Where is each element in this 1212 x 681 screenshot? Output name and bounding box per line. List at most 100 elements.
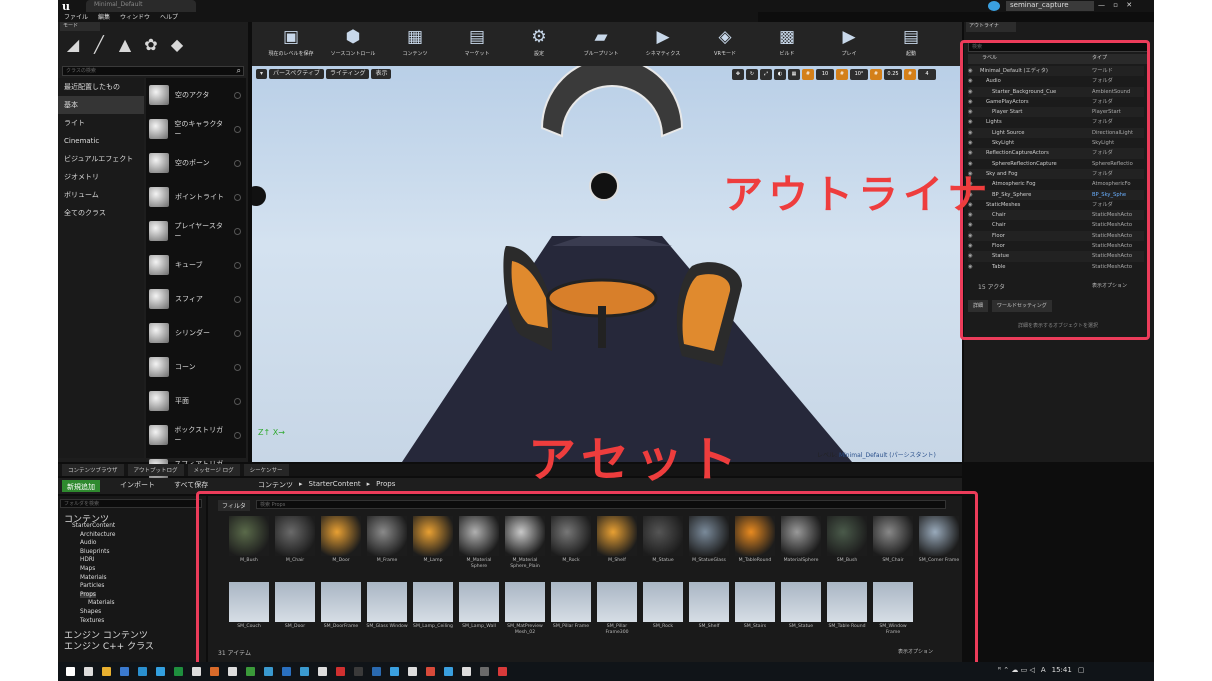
toolbar-button[interactable]: ▤ マーケット	[448, 24, 506, 64]
toolbar-button[interactable]: ▶ シネマティクス	[634, 24, 692, 64]
category-item[interactable]: 全てのクラス	[58, 204, 144, 222]
geometry-mode-icon[interactable]: ◆	[166, 34, 188, 56]
info-icon[interactable]	[234, 227, 241, 235]
bottom-tab[interactable]: メッセージ ログ	[187, 464, 240, 476]
folder-item[interactable]: Architecture	[80, 532, 116, 538]
taskbar-app-icon[interactable]	[84, 667, 93, 676]
info-icon[interactable]	[234, 159, 241, 167]
folder-item[interactable]: Materials	[80, 575, 107, 581]
category-item[interactable]: ボリューム	[58, 186, 144, 204]
taskbar-app-icon[interactable]	[372, 667, 381, 676]
breadcrumb-item[interactable]: StarterContent	[309, 480, 361, 490]
folder-item[interactable]: StarterContent	[72, 523, 115, 529]
taskbar-app-icon[interactable]	[192, 667, 201, 676]
window-controls[interactable]: — ▫ ✕	[1098, 1, 1135, 9]
info-icon[interactable]	[234, 91, 241, 99]
folder-item[interactable]: Materials	[88, 600, 115, 606]
bottom-tab[interactable]: シーケンサー	[243, 464, 289, 476]
menu-item[interactable]: 編集	[98, 12, 110, 22]
level-viewport[interactable]: ▾ パースペクティブ ライティング 表示 ✥ ↻ ⤢ ◐ ▦ #10 #10° #0.25 #4 Z↑…	[252, 66, 962, 462]
placeable-item[interactable]: 空のポーン	[146, 146, 246, 180]
toolbar-button[interactable]: ▰ ブループリント	[572, 24, 630, 64]
info-icon[interactable]	[234, 125, 241, 133]
taskbar-app-icon[interactable]	[480, 667, 489, 676]
taskbar-app-icon[interactable]	[246, 667, 255, 676]
info-icon[interactable]	[234, 363, 241, 371]
category-item[interactable]: 最近配置したもの	[58, 78, 144, 96]
folder-item[interactable]: Particles	[80, 583, 104, 589]
taskbar-app-icon[interactable]	[444, 667, 453, 676]
taskbar-app-icon[interactable]	[462, 667, 471, 676]
toolbar-button[interactable]: ▶ プレイ	[820, 24, 878, 64]
placeable-item[interactable]: キューブ	[146, 248, 246, 282]
bottom-tab[interactable]: アウトプットログ	[127, 464, 184, 476]
info-icon[interactable]	[234, 193, 241, 201]
taskbar-app-icon[interactable]	[498, 667, 507, 676]
placeable-item[interactable]: プレイヤースター	[146, 214, 246, 248]
folder-item[interactable]: HDRI	[80, 557, 95, 563]
placeable-item[interactable]: 平面	[146, 384, 246, 418]
snap-value[interactable]: 4	[918, 69, 936, 80]
info-icon[interactable]	[234, 261, 241, 269]
transform-tool-icon[interactable]: ◐	[774, 69, 786, 80]
viewport-option-button[interactable]: パースペクティブ	[269, 69, 324, 79]
outliner-tab[interactable]: アウトライナ	[966, 22, 1016, 32]
transform-tool-icon[interactable]: ⤢	[760, 69, 772, 80]
info-icon[interactable]	[234, 431, 241, 439]
taskbar-app-icon[interactable]	[174, 667, 183, 676]
category-item[interactable]: 基本	[58, 96, 144, 114]
snap-toggle-icon[interactable]: #	[904, 69, 916, 80]
modes-tab[interactable]: モード	[60, 22, 100, 31]
ime-indicator[interactable]: A	[1041, 666, 1046, 674]
snap-value[interactable]: 0.25	[884, 69, 902, 80]
landscape-mode-icon[interactable]: ▲	[114, 34, 136, 56]
tray-icons[interactable]: ᴿ ⌃ ☁ ▭ ◁	[998, 666, 1035, 674]
transform-tool-icon[interactable]: ▦	[788, 69, 800, 80]
snap-value[interactable]: 10	[816, 69, 834, 80]
taskbar-app-icon[interactable]	[228, 667, 237, 676]
folder-item[interactable]: Shapes	[80, 609, 101, 615]
transform-tool-icon[interactable]: ✥	[732, 69, 744, 80]
taskbar-app-icon[interactable]	[318, 667, 327, 676]
placeable-item[interactable]: ボックストリガー	[146, 418, 246, 452]
level-tab[interactable]: Minimal_Default	[86, 0, 196, 12]
placeable-item[interactable]: シリンダー	[146, 316, 246, 350]
placeable-item[interactable]: ポイントライト	[146, 180, 246, 214]
menu-item[interactable]: ウィンドウ	[120, 12, 150, 22]
info-icon[interactable]	[234, 329, 241, 337]
clock[interactable]: 15:41	[1052, 666, 1072, 674]
toolbar-button[interactable]: ◈ VRモード	[696, 24, 754, 64]
toolbar-button[interactable]: ▣ 現在のレベルを保存	[262, 24, 320, 64]
place-mode-icon[interactable]: ◢	[62, 34, 84, 56]
viewport-option-button[interactable]: ライティング	[325, 69, 370, 79]
category-item[interactable]: ライト	[58, 114, 144, 132]
transform-tool-icon[interactable]: ↻	[746, 69, 758, 80]
folder-item[interactable]: Audio	[80, 540, 96, 546]
taskbar-app-icon[interactable]	[408, 667, 417, 676]
snap-toggle-icon[interactable]: #	[836, 69, 848, 80]
toolbar-button[interactable]: ⚙ 設定	[510, 24, 568, 64]
category-item[interactable]: Cinematic	[58, 132, 144, 150]
toolbar-button[interactable]: ▦ コンテンツ	[386, 24, 444, 64]
category-item[interactable]: ジオメトリ	[58, 168, 144, 186]
paint-mode-icon[interactable]: ╱	[88, 34, 110, 56]
add-new-button[interactable]: 新規追加	[62, 480, 100, 492]
taskbar-app-icon[interactable]	[264, 667, 273, 676]
info-icon[interactable]	[234, 397, 241, 405]
viewport-menu-button[interactable]: ▾	[256, 69, 268, 79]
save-all-button[interactable]: すべて保存	[174, 480, 208, 490]
taskbar-app-icon[interactable]	[336, 667, 345, 676]
toolbar-button[interactable]: ▤ 起動	[882, 24, 940, 64]
taskbar-app-icon[interactable]	[66, 667, 75, 676]
taskbar-app-icon[interactable]	[354, 667, 363, 676]
taskbar-app-icon[interactable]	[102, 667, 111, 676]
folder-search-input[interactable]: フォルダを検索	[60, 499, 202, 508]
placeable-item[interactable]: スフィア	[146, 282, 246, 316]
toolbar-button[interactable]: ⬢ ソースコントロール	[324, 24, 382, 64]
foliage-mode-icon[interactable]: ✿	[140, 34, 162, 56]
folder-item[interactable]: Props	[80, 591, 96, 598]
menu-item[interactable]: ファイル	[64, 12, 88, 22]
taskbar-app-icon[interactable]	[210, 667, 219, 676]
taskbar-app-icon[interactable]	[300, 667, 309, 676]
viewport-option-button[interactable]: 表示	[371, 69, 392, 79]
